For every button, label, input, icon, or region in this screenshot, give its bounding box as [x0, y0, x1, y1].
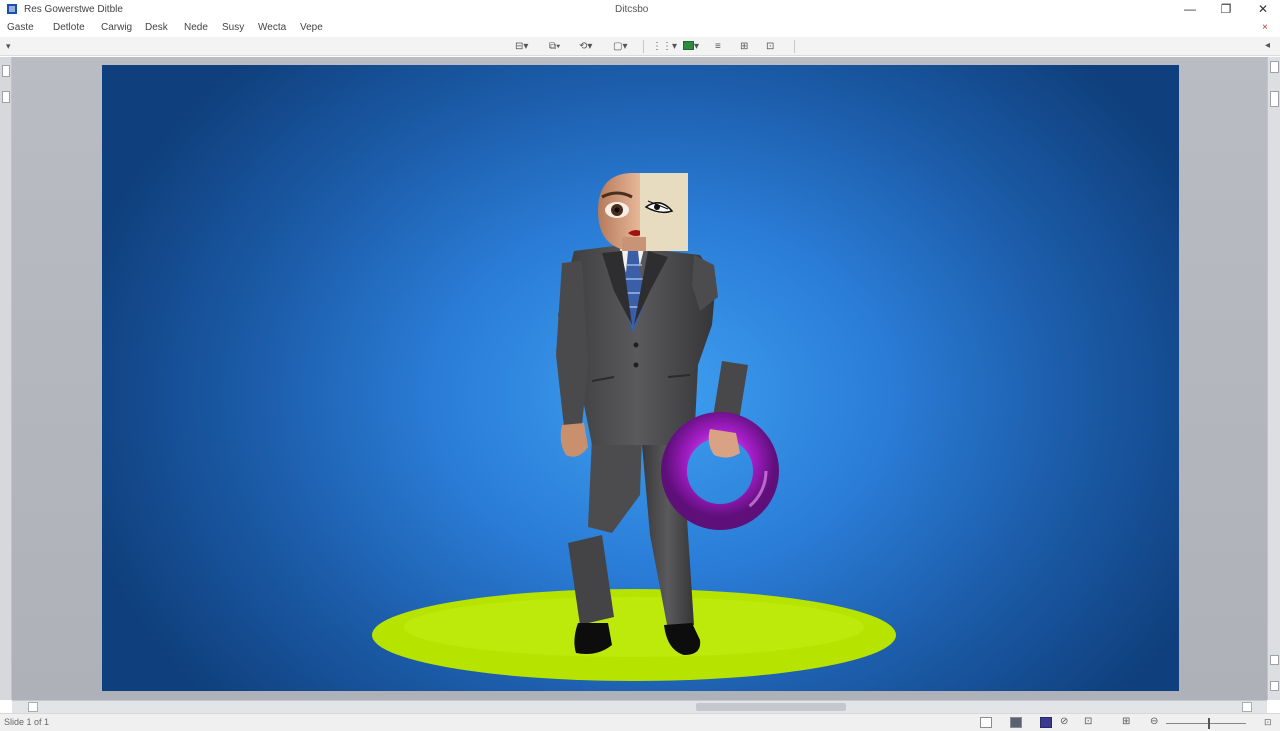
scroll-right-button[interactable] — [1242, 702, 1252, 712]
menu-item-detlote[interactable]: Detlote — [53, 22, 85, 33]
ribbon-close-icon[interactable]: × — [1262, 22, 1268, 33]
ruler-indent-marker[interactable] — [2, 65, 10, 77]
app-title: Res Gowerstwe Ditble — [24, 4, 123, 15]
insert-table-button[interactable]: ⊞ — [740, 40, 748, 53]
zoom-slider-thumb[interactable] — [1208, 718, 1210, 729]
rotate-button[interactable]: ⟲▾ — [579, 40, 592, 53]
ruler-margin-marker[interactable] — [2, 91, 10, 103]
align-button[interactable]: ⋮⋮▾ — [652, 40, 677, 53]
normal-view-icon[interactable] — [980, 717, 992, 728]
menu-item-gaste[interactable]: Gaste — [7, 22, 34, 33]
arrange-button[interactable]: ⧉▾ — [549, 40, 560, 53]
fit-to-window-icon[interactable]: ⊡ — [1264, 717, 1272, 728]
zoom-out-icon[interactable]: ⊖ — [1150, 716, 1158, 727]
scroll-up-button[interactable] — [1270, 61, 1279, 73]
neck — [622, 237, 646, 251]
toolbar-expand-icon[interactable]: ◂ — [1265, 40, 1270, 51]
fit-icon[interactable]: ⊘ — [1060, 716, 1068, 727]
scroll-thumb[interactable] — [1270, 91, 1279, 107]
right-hand — [708, 429, 740, 458]
minimize-button[interactable]: — — [1176, 1, 1204, 17]
app-icon — [7, 4, 17, 14]
crop-button[interactable]: ⊡ — [766, 40, 774, 53]
scroll-end-button[interactable] — [1270, 681, 1279, 691]
scroll-down-button[interactable] — [1270, 655, 1279, 665]
left-hand — [560, 423, 588, 457]
left-thigh — [588, 437, 642, 533]
toolbar-divider — [643, 40, 644, 53]
status-bar: Slide 1 of 1 ⊘ ⊡ ⊞ ⊖ ⊡ — [0, 713, 1280, 731]
layout-button[interactable]: ⊟▾ — [515, 40, 528, 53]
toolbar-collapse-icon[interactable]: ▾ — [6, 41, 11, 52]
document-title: Ditcsbo — [615, 4, 649, 15]
jacket-button — [633, 342, 639, 348]
fill-color-button[interactable]: ▾ — [683, 40, 699, 53]
platform-highlight — [404, 597, 864, 657]
slide-canvas[interactable] — [102, 65, 1179, 691]
green-fill-icon — [683, 41, 694, 50]
left-arm — [556, 261, 588, 427]
list-button[interactable]: ≡ — [715, 40, 721, 53]
menu-item-wecta[interactable]: Wecta — [258, 22, 286, 33]
menu-bar: Gaste Detlote Carwig Desk Nede Susy Wect… — [0, 19, 1280, 37]
title-bar: Res Gowerstwe Ditble Ditcsbo — ❐ ✕ — [0, 0, 1280, 19]
reading-view-icon[interactable] — [1040, 717, 1052, 728]
maximize-button[interactable]: ❐ — [1212, 1, 1240, 17]
scroll-left-button[interactable] — [28, 702, 38, 712]
photo-pupil — [614, 207, 620, 213]
menu-item-desk[interactable]: Desk — [145, 22, 168, 33]
menu-item-nede[interactable]: Nede — [184, 22, 208, 33]
grid-view-icon[interactable]: ⊞ — [1122, 716, 1130, 727]
toolbar: ▾ ⊟▾ ⧉▾ ⟲▾ ▢▾ ⋮⋮▾ ▾ ≡ ⊞ ⊡ ◂ — [0, 37, 1280, 56]
horizontal-scrollbar[interactable] — [12, 700, 1267, 713]
menu-item-vepe[interactable]: Vepe — [300, 22, 323, 33]
shape-button[interactable]: ▢▾ — [613, 40, 627, 53]
close-button[interactable]: ✕ — [1249, 1, 1277, 17]
toolbar-divider — [794, 40, 795, 53]
zoom-slider-track[interactable] — [1166, 723, 1246, 724]
horizontal-scroll-thumb[interactable] — [696, 703, 846, 711]
presenter-icon[interactable]: ⊡ — [1084, 716, 1092, 727]
jacket-button — [633, 362, 639, 368]
vertical-ruler — [0, 57, 12, 700]
slide-artwork — [372, 173, 896, 681]
menu-item-susy[interactable]: Susy — [222, 22, 244, 33]
fill-color-dropdown-icon: ▾ — [694, 41, 700, 52]
menu-item-carwig[interactable]: Carwig — [101, 22, 132, 33]
vertical-scrollbar[interactable] — [1267, 57, 1280, 700]
slide-sorter-icon[interactable] — [1010, 717, 1022, 728]
slide-counter: Slide 1 of 1 — [4, 717, 50, 727]
